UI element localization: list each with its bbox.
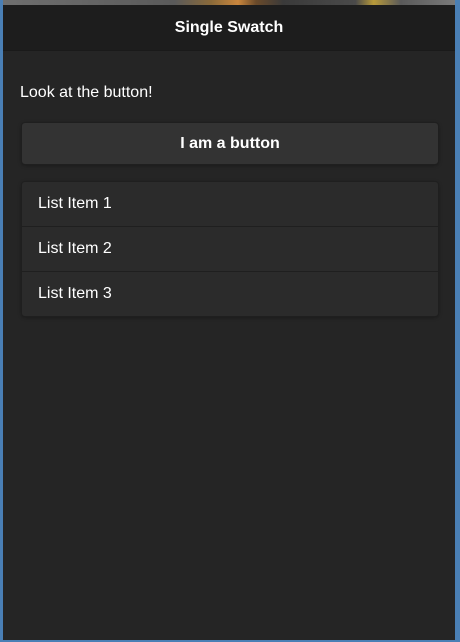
page-title: Single Swatch <box>174 18 284 36</box>
intro-text: Look at the button! <box>20 84 153 101</box>
list-item[interactable]: List Item 3 <box>22 271 438 316</box>
list-item[interactable]: List Item 1 <box>22 182 438 226</box>
list-item-label: List Item 2 <box>38 240 112 257</box>
item-list: List Item 1 List Item 2 List Item 3 <box>21 181 439 317</box>
header-bar: Single Swatch <box>3 5 455 51</box>
list-item-label: List Item 1 <box>38 195 112 212</box>
main-button-label: I am a button <box>180 134 280 152</box>
list-item[interactable]: List Item 2 <box>22 226 438 271</box>
app-window: Single Swatch Look at the button! I am a… <box>3 0 455 640</box>
list-item-label: List Item 3 <box>38 285 112 302</box>
main-button[interactable]: I am a button <box>21 122 439 165</box>
